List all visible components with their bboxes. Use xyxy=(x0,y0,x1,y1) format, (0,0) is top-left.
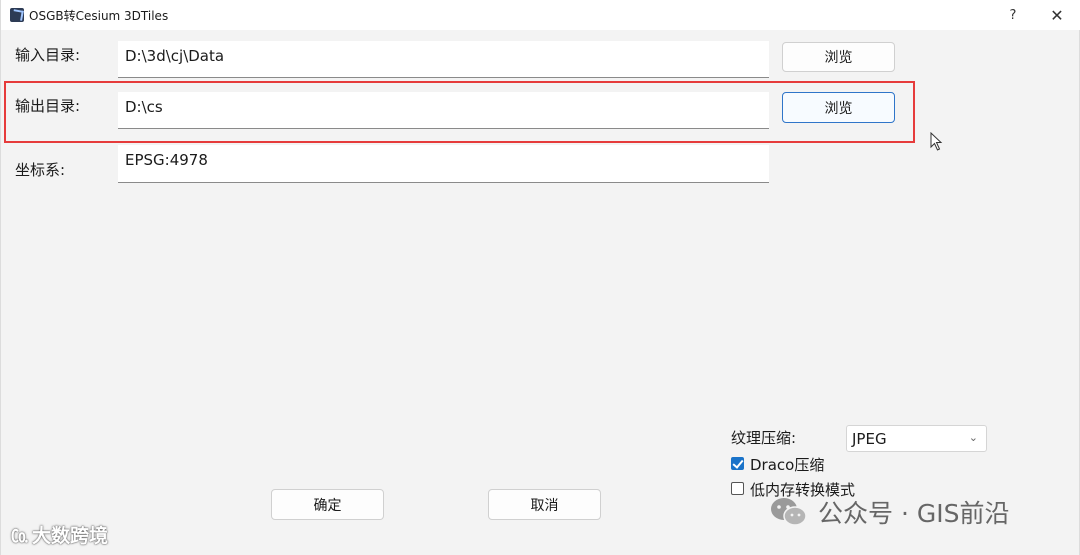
app-icon xyxy=(10,8,24,22)
watermark-right-text: 公众号 · GIS前沿 xyxy=(818,499,1010,528)
output-row-highlight xyxy=(4,81,915,143)
dialog-window: OSGB转Cesium 3DTiles ? ✕ 输入目录: D:\3d\cj\D… xyxy=(0,0,1080,555)
cancel-button[interactable]: 取消 xyxy=(488,489,601,520)
crs-label: 坐标系: xyxy=(15,161,66,179)
close-button[interactable]: ✕ xyxy=(1039,0,1075,30)
texture-compress-select[interactable]: JPEG ⌄ xyxy=(846,425,987,452)
ok-button[interactable]: 确定 xyxy=(271,489,384,520)
input-browse-button[interactable]: 浏览 xyxy=(782,42,895,72)
texture-compress-value: JPEG xyxy=(852,430,887,448)
crs-field[interactable]: EPSG:4978 xyxy=(118,145,769,183)
title-bar[interactable]: OSGB转Cesium 3DTiles ? ✕ xyxy=(1,0,1080,30)
wechat-icon xyxy=(771,498,807,526)
mouse-cursor-icon xyxy=(930,132,943,151)
watermark-left: ㏇ 大数跨境 xyxy=(11,521,108,548)
chevron-down-icon: ⌄ xyxy=(968,431,978,444)
input-dir-label: 输入目录: xyxy=(15,46,81,64)
draco-label[interactable]: Draco压缩 xyxy=(750,454,824,475)
texture-compress-label: 纹理压缩: xyxy=(731,429,797,447)
watermark-right: 公众号 · GIS前沿 xyxy=(770,494,1009,530)
watermark-logo-icon: ㏇ xyxy=(11,527,28,547)
help-button[interactable]: ? xyxy=(995,0,1031,30)
window-title: OSGB转Cesium 3DTiles xyxy=(29,9,169,23)
low-memory-checkbox[interactable] xyxy=(731,482,744,495)
draco-checkbox[interactable] xyxy=(731,457,744,470)
input-dir-field[interactable]: D:\3d\cj\Data xyxy=(118,41,769,78)
watermark-left-text: 大数跨境 xyxy=(32,525,109,547)
